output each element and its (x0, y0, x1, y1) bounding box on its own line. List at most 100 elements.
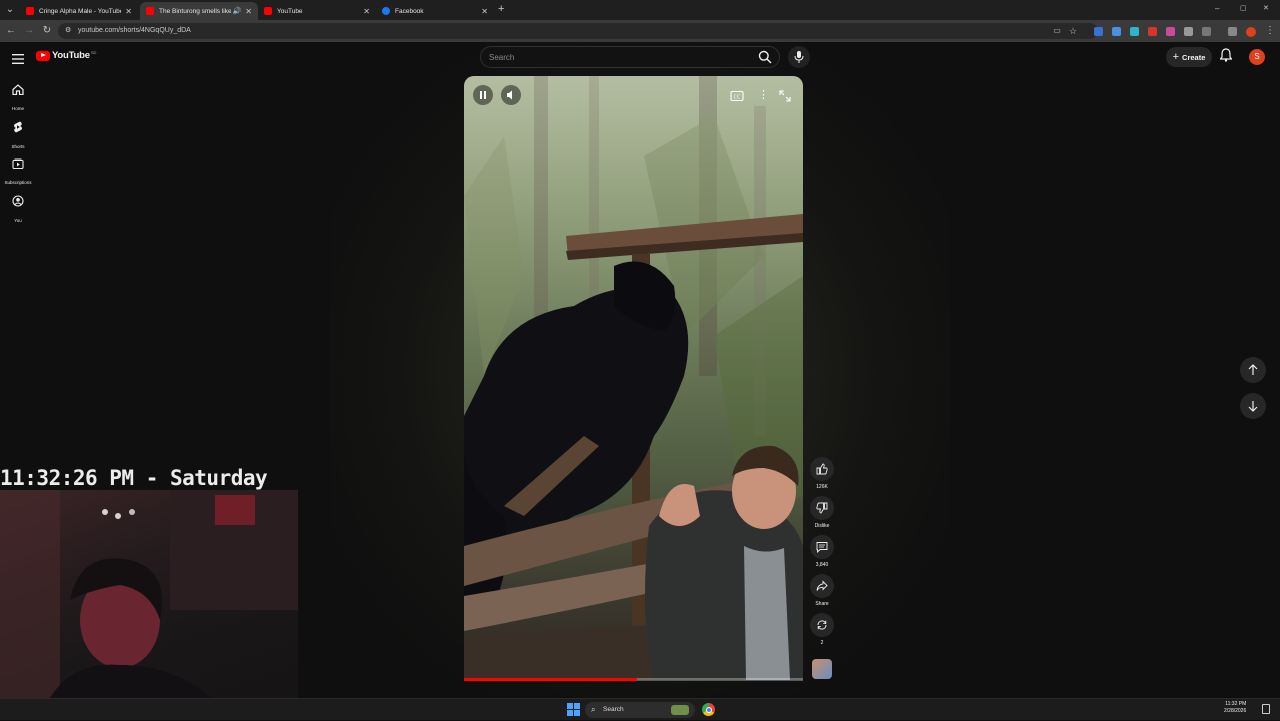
browser-toolbar: ← → ↻ ⚙ youtube.com/shorts/4NGqQUy_dDA ▭… (0, 20, 1280, 42)
tab-search-icon[interactable]: ⌄ (3, 3, 17, 17)
subscriptions-icon (12, 158, 24, 169)
arrow-up-icon (1248, 364, 1258, 375)
back-arrow-icon[interactable]: ← (4, 24, 18, 38)
sidebar-label: You (14, 218, 22, 223)
create-label: Create (1182, 52, 1206, 62)
extension-icon[interactable] (1112, 27, 1121, 36)
youtube-logo[interactable]: YouTube SD (36, 50, 96, 61)
browser-menu-icon[interactable]: ⋮ (1263, 24, 1277, 38)
pause-button[interactable] (473, 85, 493, 105)
video-progress-bar[interactable] (464, 678, 803, 681)
site-info-icon[interactable]: ⚙ (65, 23, 71, 39)
windows-start-icon[interactable] (567, 703, 580, 721)
sidebar-item-subscriptions[interactable]: Subscriptions (0, 154, 36, 188)
fullscreen-button[interactable] (779, 89, 791, 107)
share-button[interactable]: Share (808, 574, 836, 607)
search-icon (758, 50, 772, 64)
chrome-icon[interactable] (702, 703, 715, 716)
bookmark-star-icon[interactable]: ☆ (1066, 24, 1080, 38)
extension-icon[interactable] (1094, 27, 1103, 36)
extension-icon[interactable] (1130, 27, 1139, 36)
voice-search-button[interactable] (788, 46, 810, 68)
search-highlight-icon (671, 705, 689, 715)
sidebar-label: Shorts (11, 144, 25, 149)
tab-facebook[interactable]: Facebook ✕ (376, 2, 494, 20)
tab-binturong[interactable]: The Binturong smells like P 🔊 ✕ (140, 2, 258, 20)
thumbs-down-icon (816, 502, 828, 514)
fullscreen-icon (779, 90, 791, 102)
more-options-icon[interactable]: ⋮ (758, 88, 769, 101)
stream-clock-overlay: 11:32:26 PM - Saturday (0, 466, 268, 490)
minimize-button[interactable]: – (1215, 4, 1219, 13)
shorts-icon (14, 121, 22, 133)
notifications-bell-icon[interactable] (1219, 48, 1236, 66)
volume-button[interactable] (501, 85, 521, 105)
dislike-button[interactable]: Dislike (808, 496, 836, 529)
windows-taskbar: ⌕ Search 11:32 PM 2/28/2026 (0, 698, 1280, 720)
extension-icon[interactable] (1228, 27, 1237, 36)
search-button[interactable] (750, 47, 780, 67)
home-icon (12, 84, 24, 95)
extensions-puzzle-icon[interactable] (1202, 27, 1211, 36)
tab-title: Facebook (395, 7, 424, 15)
comments-button[interactable]: 3,840 (808, 535, 836, 568)
account-avatar[interactable]: S (1249, 49, 1265, 65)
taskbar-date: 2/28/2026 (1224, 708, 1247, 714)
close-tab-icon[interactable]: ✕ (481, 7, 488, 16)
previous-short-button[interactable] (1240, 357, 1266, 383)
speaker-icon[interactable]: 🔊 (233, 7, 242, 15)
tab-title: The Binturong smells like P (159, 7, 231, 15)
shorts-video-player[interactable]: CC ⋮ (464, 76, 803, 680)
like-count: 126K (816, 484, 828, 490)
extension-icon[interactable] (1166, 27, 1175, 36)
taskbar-clock[interactable]: 11:32 PM 2/28/2026 (1224, 701, 1246, 715)
taskbar-search[interactable]: ⌕ Search (585, 702, 695, 718)
create-button[interactable]: + Create (1166, 47, 1212, 67)
hamburger-menu-icon[interactable] (12, 51, 24, 69)
youtube-favicon-icon (264, 7, 272, 15)
browser-tab-bar: ⌄ Cringe Alpha Male - YouTube ✕ The Bint… (0, 0, 1280, 20)
address-bar[interactable]: ⚙ youtube.com/shorts/4NGqQUy_dDA (58, 23, 1098, 39)
new-tab-button[interactable]: + (498, 3, 504, 15)
reload-icon[interactable]: ↻ (40, 24, 54, 38)
taskbar-time: 11:32 PM (1225, 701, 1247, 707)
captions-button[interactable]: CC (730, 89, 744, 107)
youtube-play-icon (36, 50, 50, 61)
plus-icon: + (1172, 51, 1180, 63)
next-short-button[interactable] (1240, 393, 1266, 419)
comments-count: 3,840 (815, 562, 829, 568)
close-tab-icon[interactable]: ✕ (363, 7, 370, 16)
cast-icon[interactable]: ▭ (1050, 24, 1064, 38)
share-arrow-icon (816, 580, 828, 591)
maximize-button[interactable]: ▢ (1240, 4, 1247, 12)
logo-country-code: SD (90, 49, 97, 55)
extension-icon[interactable] (1184, 27, 1193, 36)
sidebar-item-home[interactable]: Home (0, 80, 36, 114)
close-tab-icon[interactable]: ✕ (125, 7, 132, 16)
youtube-favicon-icon (146, 7, 154, 15)
remix-count: 2 (820, 640, 824, 646)
extension-icon[interactable] (1148, 27, 1157, 36)
tab-cringe-alpha-male[interactable]: Cringe Alpha Male - YouTube ✕ (20, 2, 138, 20)
pause-icon (480, 91, 486, 99)
facebook-favicon-icon (382, 7, 390, 15)
sidebar-item-shorts[interactable]: Shorts (0, 117, 36, 151)
forward-arrow-icon[interactable]: → (22, 24, 36, 38)
sound-thumbnail[interactable] (808, 659, 836, 679)
taskbar-search-label: Search (603, 706, 624, 713)
profile-avatar[interactable] (1246, 27, 1256, 37)
tab-title: Cringe Alpha Male - YouTube (39, 7, 122, 15)
close-window-button[interactable]: ✕ (1263, 4, 1269, 12)
search-icon: ⌕ (591, 705, 596, 714)
like-button[interactable]: 126K (808, 457, 836, 490)
url-text: youtube.com/shorts/4NGqQUy_dDA (78, 27, 191, 34)
logo-text: YouTube (52, 50, 90, 61)
search-input[interactable] (489, 47, 739, 67)
close-tab-icon[interactable]: ✕ (245, 7, 252, 16)
tab-youtube[interactable]: YouTube ✕ (258, 2, 376, 20)
notifications-icon[interactable] (1262, 704, 1270, 714)
search-box (480, 46, 780, 68)
remix-button[interactable]: 2 (808, 613, 836, 646)
sidebar-item-you[interactable]: You (0, 191, 36, 225)
youtube-favicon-icon (26, 7, 34, 15)
